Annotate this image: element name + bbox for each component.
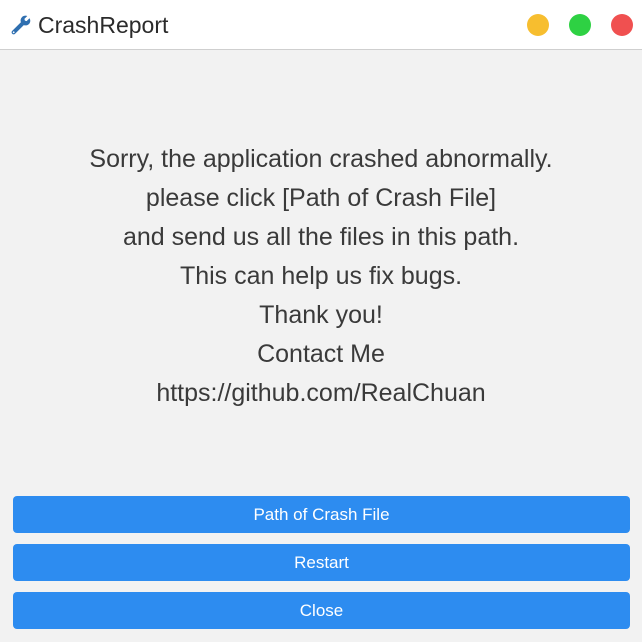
close-button[interactable]: Close [13,592,630,629]
minimize-button[interactable] [527,14,549,36]
crash-report-window: CrashReport Sorry, the application crash… [0,0,642,642]
restart-button[interactable]: Restart [13,544,630,581]
wrench-icon [11,15,31,35]
path-of-crash-file-button[interactable]: Path of Crash File [13,496,630,533]
message-line: please click [Path of Crash File] [145,184,497,212]
title-bar[interactable]: CrashReport [0,0,642,50]
message-line: Thank you! [259,301,383,329]
message-line: and send us all the files in this path. [122,223,520,251]
close-window-button[interactable] [611,14,633,36]
contact-link: https://github.com/RealChuan [156,379,486,407]
crash-message: Sorry, the application crashed abnormall… [0,140,642,413]
message-line: This can help us fix bugs. [179,262,463,290]
maximize-button[interactable] [569,14,591,36]
message-line: Sorry, the application crashed abnormall… [89,145,553,173]
window-title: CrashReport [38,12,169,38]
message-line: Contact Me [257,340,385,368]
